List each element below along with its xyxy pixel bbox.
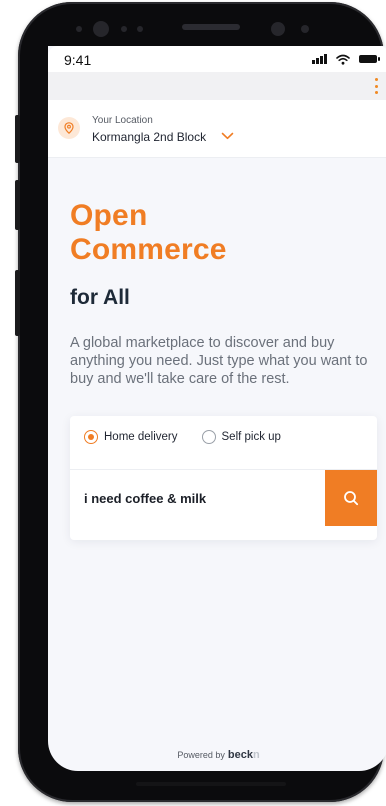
home-indicator (136, 782, 286, 786)
home-delivery-radio[interactable] (84, 430, 98, 444)
status-time: 9:41 (64, 52, 92, 68)
hero-subtitle: for All (70, 286, 130, 309)
sensor-dot (76, 26, 82, 32)
chevron-down-icon[interactable] (221, 132, 234, 140)
hero-description: A global marketplace to discover and buy… (70, 335, 368, 387)
home-delivery-option[interactable]: Home delivery (84, 430, 178, 444)
hero-title: Open Commerce (70, 199, 227, 267)
beckn-logo-tail: n (252, 749, 260, 761)
status-icons (312, 53, 380, 65)
phone-frame: 9:41 Your Location Kormangla 2nd Block O… (18, 2, 386, 802)
phone-side-button (15, 180, 20, 230)
beckn-logo: beck (227, 749, 253, 761)
delivery-options: Home delivery Self pick up (84, 430, 305, 444)
app-toolbar (48, 72, 386, 100)
phone-side-button (15, 115, 20, 163)
speaker-grille (182, 24, 240, 30)
search-icon (344, 491, 359, 506)
search-button[interactable] (325, 470, 377, 526)
status-bar: 9:41 (48, 46, 386, 72)
search-input[interactable] (70, 470, 325, 526)
location-value: Kormangla 2nd Block (92, 130, 207, 144)
hero-title-line1: Open (70, 199, 148, 232)
sensor-dot (137, 26, 143, 32)
self-pickup-radio[interactable] (201, 430, 216, 444)
front-camera (93, 21, 109, 37)
search-card: Home delivery Self pick up (70, 416, 377, 540)
self-pickup-label: Self pick up (221, 431, 281, 443)
sensor-dot (121, 26, 127, 32)
powered-by: Powered by beckn (48, 749, 386, 761)
location-selector[interactable]: Your Location Kormangla 2nd Block (48, 100, 386, 158)
battery-icon (359, 55, 380, 63)
hero-title-line2: Commerce (70, 233, 227, 266)
sensor-dot (301, 25, 309, 33)
app-screen: 9:41 Your Location Kormangla 2nd Block O… (48, 46, 386, 771)
powered-by-text: Powered by (177, 750, 225, 760)
more-options-icon[interactable] (375, 78, 379, 94)
wifi-icon (336, 54, 350, 65)
phone-side-button (15, 270, 20, 336)
location-pin-icon (58, 117, 80, 139)
cellular-signal-icon (312, 54, 327, 64)
self-pickup-option[interactable]: Self pick up (201, 430, 281, 444)
home-delivery-label: Home delivery (104, 431, 178, 443)
location-label: Your Location (92, 115, 153, 126)
phone-top-bezel (18, 16, 384, 42)
iris-scanner (271, 22, 285, 36)
